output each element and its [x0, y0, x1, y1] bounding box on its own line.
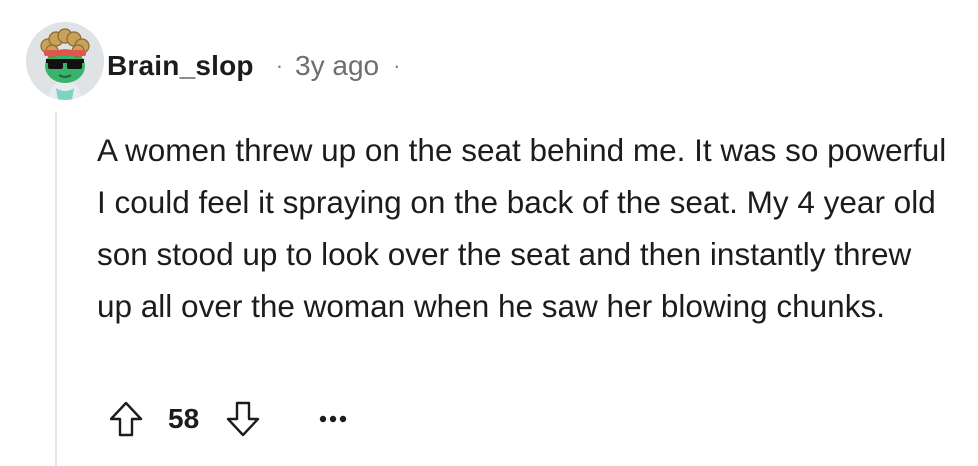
- timestamp[interactable]: 3y ago: [295, 50, 379, 82]
- upvote-button[interactable]: [104, 397, 148, 441]
- ellipsis-icon: [319, 415, 347, 423]
- avatar[interactable]: [26, 22, 104, 100]
- vote-score: 58: [168, 403, 200, 434]
- comment-body: A women threw up on the seat behind me. …: [97, 124, 947, 332]
- comment-actions: 58: [104, 394, 355, 444]
- comment-meta: Brain_slop · 3y ago ·: [107, 46, 400, 86]
- comment-text: A women threw up on the seat behind me. …: [97, 132, 947, 324]
- downvote-arrow-icon: [226, 401, 260, 437]
- snoo-avatar-icon: [26, 22, 104, 100]
- more-options-button[interactable]: [311, 397, 355, 441]
- separator-dot-trailing: ·: [393, 53, 401, 78]
- username-link[interactable]: Brain_slop: [107, 50, 254, 82]
- upvote-arrow-icon: [109, 401, 143, 437]
- comment: Brain_slop · 3y ago · A women threw up o…: [0, 0, 978, 466]
- thread-line[interactable]: [55, 112, 57, 466]
- downvote-button[interactable]: [221, 397, 265, 441]
- separator-dot: ·: [275, 53, 284, 78]
